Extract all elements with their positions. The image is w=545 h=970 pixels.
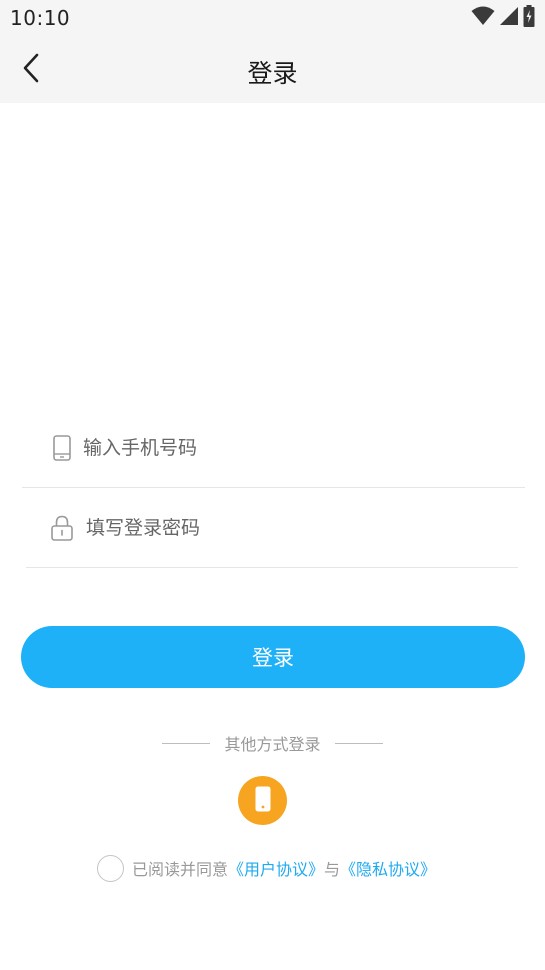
mobile-phone-icon [51, 434, 73, 462]
status-icons [471, 5, 535, 31]
wifi-icon [471, 6, 495, 30]
phone-login-icon [255, 786, 271, 816]
user-agreement-link[interactable]: 《用户协议》 [228, 856, 324, 880]
divider-line-right [334, 742, 383, 744]
password-input[interactable] [86, 510, 486, 546]
phone-login-button[interactable] [238, 776, 287, 825]
password-field [26, 488, 518, 568]
battery-charging-icon [523, 5, 535, 31]
nav-bar: 登录 [0, 36, 545, 103]
privacy-policy-link[interactable]: 《隐私协议》 [340, 856, 436, 880]
agreement-conjunction: 与 [324, 860, 341, 879]
page-title: 登录 [247, 59, 298, 88]
other-login-divider: 其他方式登录 [0, 732, 545, 754]
lock-icon [51, 514, 73, 542]
agreement-row: 已阅读并同意 《用户协议》 与 《隐私协议》 [97, 853, 436, 883]
other-login-label: 其他方式登录 [224, 735, 321, 754]
agreement-prefix: 已阅读并同意 [132, 860, 229, 879]
login-button[interactable]: 登录 [21, 626, 525, 688]
divider-line-left [162, 742, 211, 744]
agreement-checkbox[interactable] [97, 854, 124, 882]
phone-input[interactable] [83, 430, 483, 466]
status-bar: 10:10 [0, 0, 545, 36]
signal-icon [499, 6, 519, 30]
status-time: 10:10 [10, 6, 71, 30]
phone-field [22, 408, 525, 488]
